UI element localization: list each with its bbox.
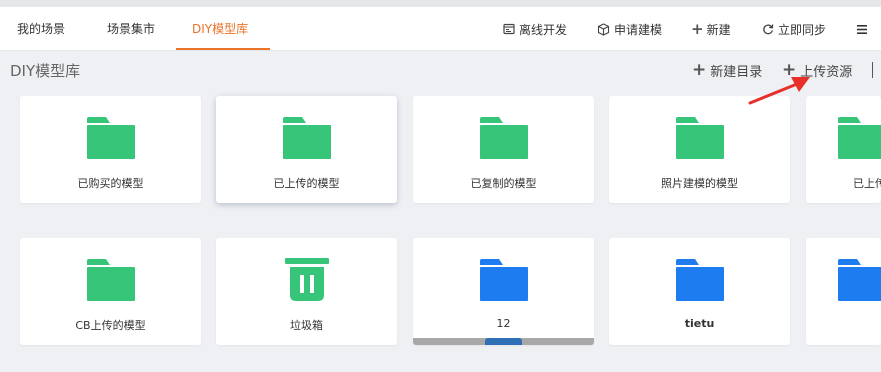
folder-card-copied-models[interactable]: 已复制的模型 [413,96,594,203]
refresh-icon [763,24,774,35]
new-directory-label: 新建目录 [710,64,763,80]
folder-body [479,267,528,301]
new-label: 新建 [706,22,731,37]
folder-label: 已复制的模型 [470,177,537,190]
folder-tab [479,259,503,265]
folder-tab [675,259,699,265]
top-tab-bar: 我的场景 场景集市 DIY模型库 离线开发 申请建模 + 新建 立即同步 [0,7,881,51]
folder-icon [479,259,528,301]
upload-resource-button[interactable]: + 上传资源 [782,60,852,80]
folder-tab [479,117,503,123]
folder-card-12[interactable]: 12 [413,238,594,345]
folder-icon [86,117,135,159]
hamburger-menu-icon [857,24,867,34]
tab-scene-market[interactable]: 场景集市 [107,7,155,51]
folder-tab [86,259,110,265]
folder-body [675,125,724,159]
folder-body [86,125,135,159]
folder-label: tietu [684,317,715,330]
folder-icon [838,259,881,301]
folder-tab [675,117,699,123]
card-scrollbar-thumb[interactable] [485,338,522,345]
folder-icon [479,117,528,159]
folder-label: CB上传的模型 [75,319,146,332]
toolbar-divider [872,62,873,78]
menu-button[interactable] [856,7,872,51]
folder-label: 已上传 [853,177,881,190]
sync-now-button[interactable]: 立即同步 [762,7,826,51]
window-top-strip [0,0,881,7]
plus-icon: + [782,60,797,80]
folder-body [675,267,724,301]
page-title: DIY模型库 [10,62,81,80]
offline-dev-label: 离线开发 [519,22,568,37]
folder-tab [838,117,861,123]
folder-body [86,267,135,301]
folder-body [479,125,528,159]
plus-icon: + [691,20,704,38]
folder-card-tietu[interactable]: tietu [609,238,790,345]
folder-card-uploaded-partial[interactable]: 已上传 [806,96,881,203]
folder-label: 12 [496,317,511,330]
folder-body [282,125,331,159]
offline-dev-button[interactable]: 离线开发 [503,7,567,51]
folder-tab [838,259,861,265]
trash-icon [284,258,329,301]
folder-icon [675,259,724,301]
folder-icon [838,117,881,159]
folder-card-uploaded-models[interactable]: 已上传的模型 [216,96,397,203]
apply-modeling-label: 申请建模 [614,22,663,37]
folder-tab [86,117,110,123]
folder-card-partial-blue[interactable] [806,238,881,345]
upload-resource-label: 上传资源 [800,64,853,80]
folder-icon [675,117,724,159]
folder-card-trash[interactable]: 垃圾箱 [216,238,397,345]
folder-icon [86,259,135,301]
apply-modeling-button[interactable]: 申请建模 [597,7,662,51]
folder-label: 照片建模的模型 [661,177,738,190]
folder-label: 已购买的模型 [77,177,144,190]
new-button[interactable]: + 新建 [691,7,731,51]
folder-label: 已上传的模型 [273,177,340,190]
sync-now-label: 立即同步 [778,22,827,37]
trash-lid [284,258,329,264]
offline-dev-icon [503,23,515,35]
cube-icon [597,22,610,36]
new-directory-button[interactable]: + 新建目录 [692,60,762,80]
folder-tab [282,117,306,123]
folder-card-photo-models[interactable]: 照片建模的模型 [609,96,790,203]
active-tab-underline [176,48,270,50]
folder-label: 垃圾箱 [290,319,323,332]
tab-diy-model-library[interactable]: DIY模型库 [192,7,248,51]
plus-icon: + [692,60,707,80]
folder-card-purchased-models[interactable]: 已购买的模型 [20,96,201,203]
folder-icon [282,117,331,159]
tab-my-scenes[interactable]: 我的场景 [17,7,65,51]
trash-body [289,267,324,301]
folder-body [838,267,881,301]
folder-card-cb-uploaded-models[interactable]: CB上传的模型 [20,238,201,345]
folder-body [838,125,881,159]
